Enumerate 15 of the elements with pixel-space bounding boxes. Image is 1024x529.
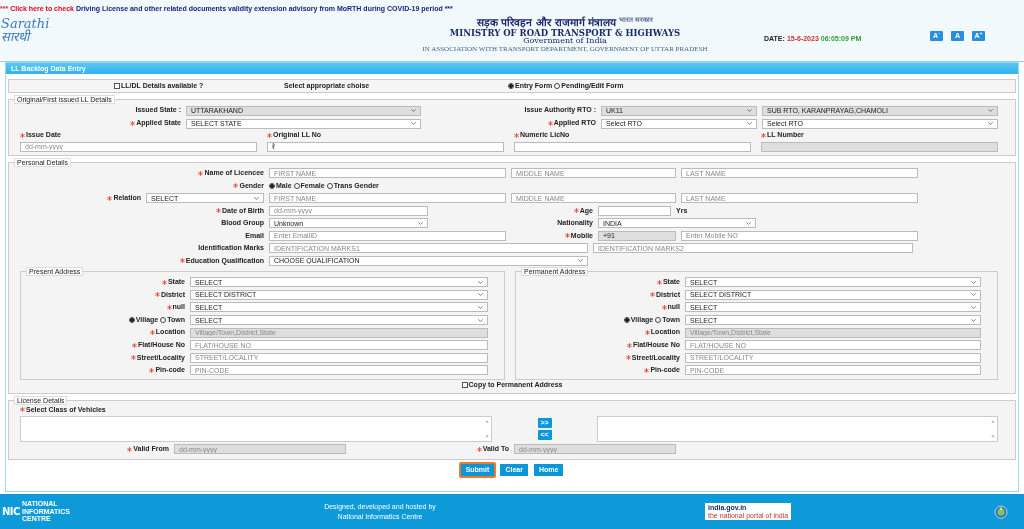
ministry-title: सड़क परिवहन और राजमार्ग मंत्रालय xyxy=(476,17,617,28)
vehicle-list[interactable] xyxy=(597,415,998,442)
logo-text: Sarathi xyxy=(1,17,51,30)
scroll-down-icon xyxy=(485,434,489,438)
nic-logo-text: NIC xyxy=(2,506,20,517)
scroll-up-icon xyxy=(485,419,489,423)
input-field[interactable] xyxy=(514,141,751,152)
government-title: Government of India xyxy=(523,37,607,45)
globe-icon xyxy=(994,504,1008,519)
scroll-down-icon xyxy=(991,434,995,438)
logo-text: सारथी xyxy=(1,30,80,43)
input-field[interactable] xyxy=(598,205,671,216)
scroll-up-icon xyxy=(991,419,995,423)
ministry-title: MINISTRY OF ROAD TRANSPORT & HIGHWAYS xyxy=(449,28,681,37)
vehicle-list[interactable] xyxy=(20,415,492,442)
